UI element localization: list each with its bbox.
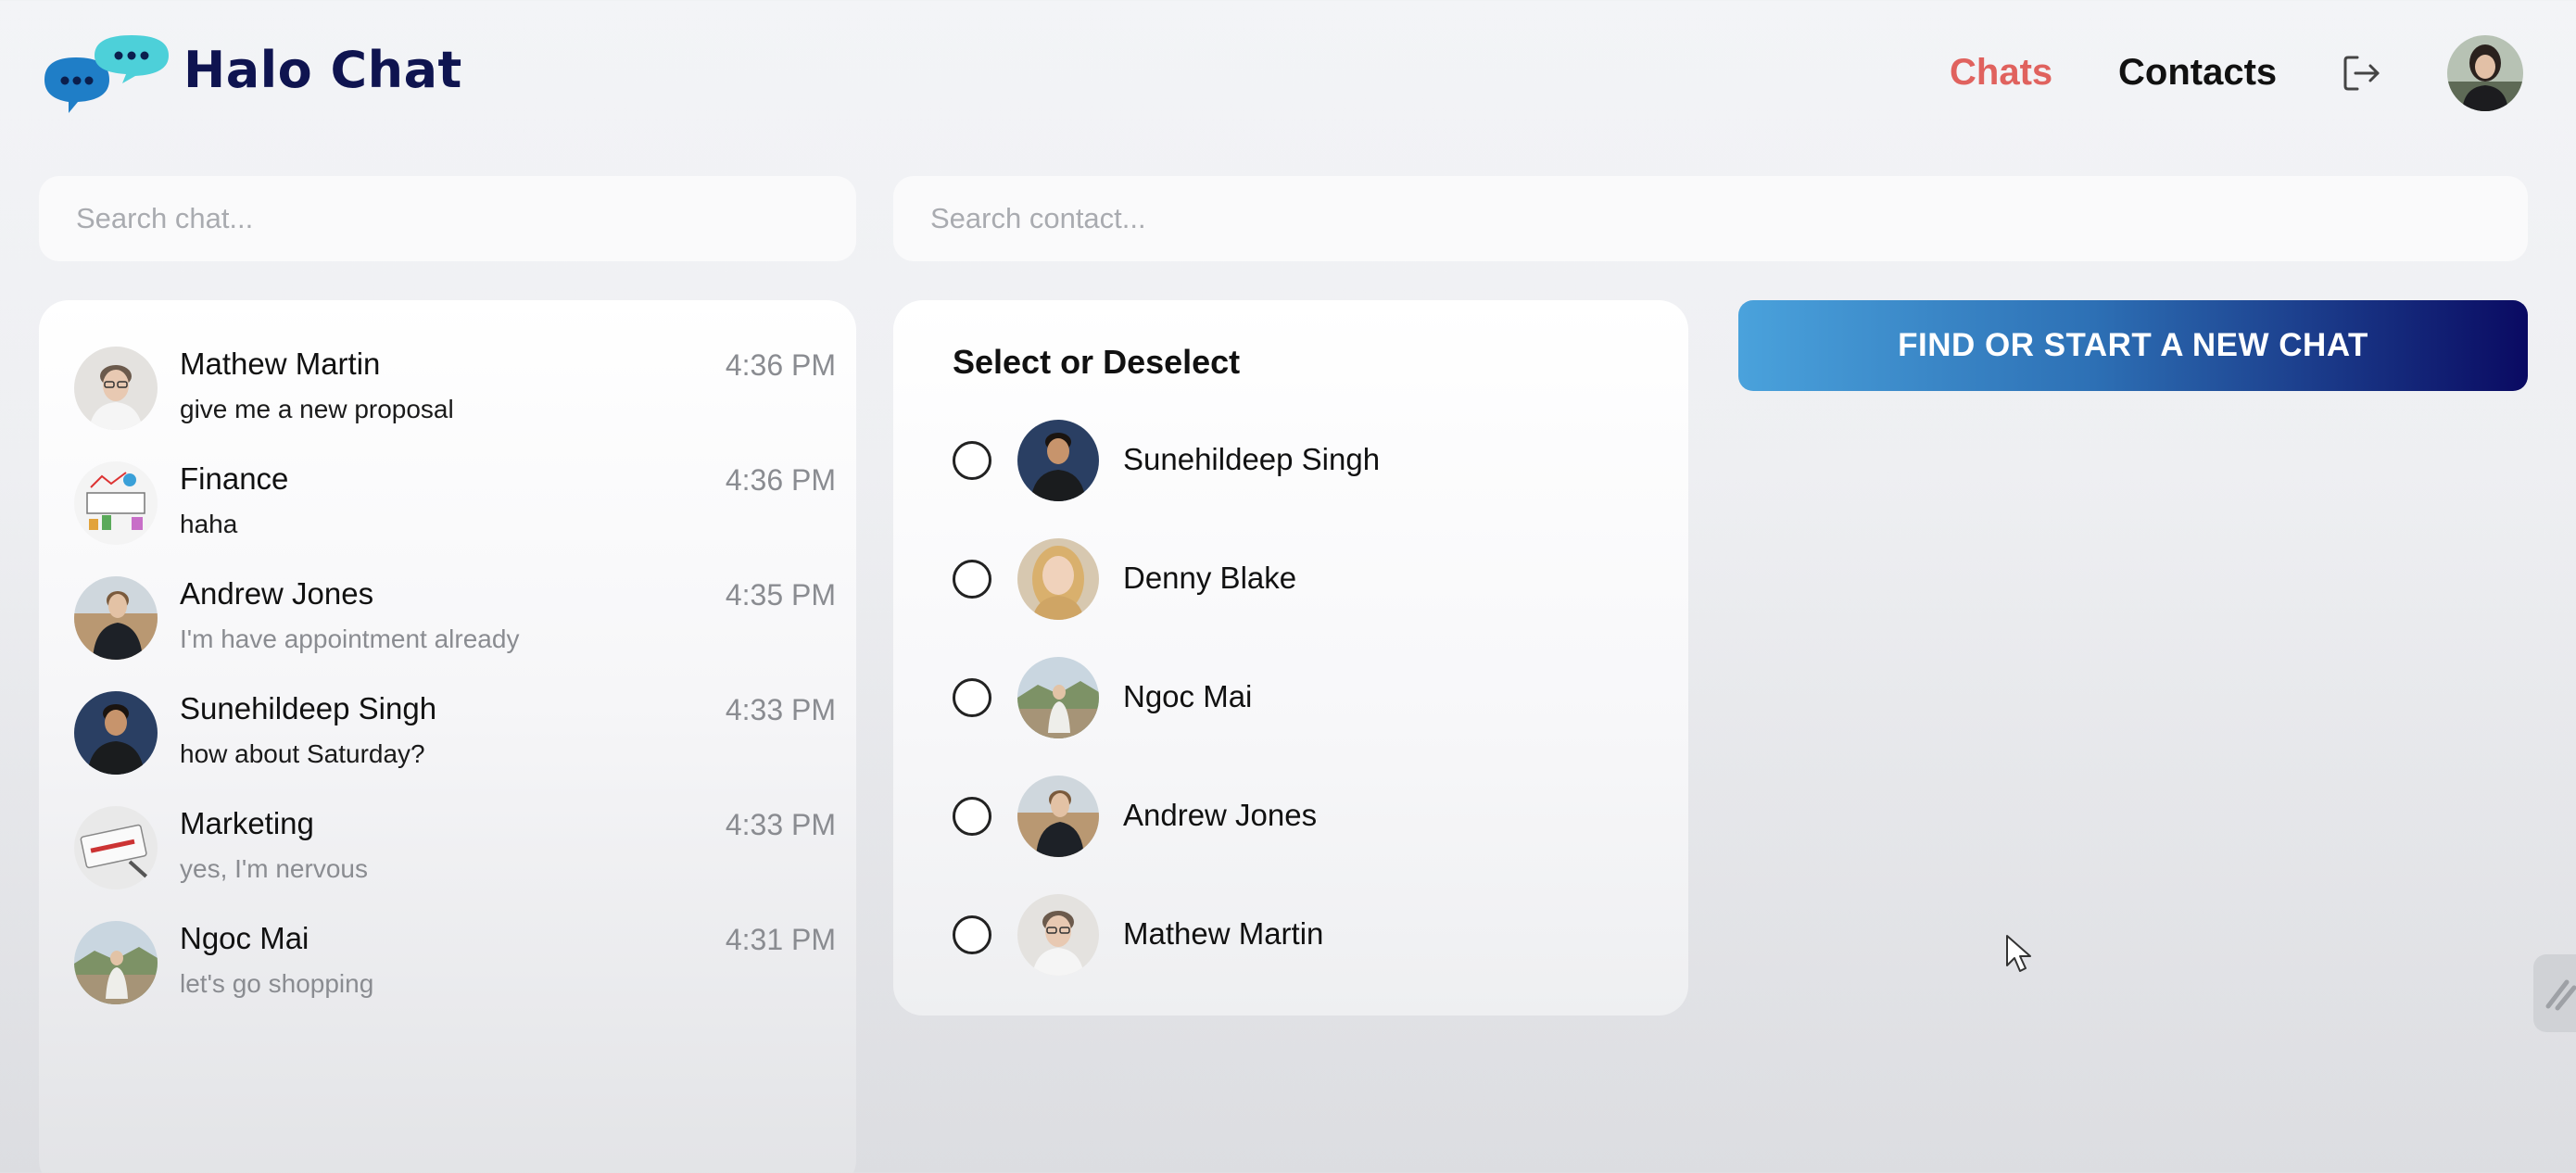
avatar [1017,538,1099,620]
chat-name: Finance [180,461,289,496]
chat-last-message: I'm have appointment already [180,624,520,653]
contact-item[interactable]: Mathew Martin [953,891,1657,978]
avatar [1017,776,1099,857]
contact-select-panel: Select or Deselect Sunehildeep Singh Den… [893,300,1688,1015]
chat-list-item[interactable]: Mathew Martin give me a new proposal 4:3… [74,343,836,445]
chat-list-item[interactable]: Andrew Jones I'm have appointment alread… [74,573,836,675]
avatar [1017,894,1099,976]
chat-list-panel: Mathew Martin give me a new proposal 4:3… [39,300,856,1173]
contact-radio[interactable] [953,678,991,717]
contact-item[interactable]: Andrew Jones [953,773,1657,860]
contact-item[interactable]: Ngoc Mai [953,654,1657,741]
chat-bubbles-logo-icon [37,32,176,115]
top-header: Halo Chat Chats Contacts [0,0,2576,148]
contact-radio[interactable] [953,560,991,599]
chat-list-item[interactable]: Sunehildeep Singh how about Saturday? 4:… [74,687,836,789]
contact-name: Sunehildeep Singh [1123,442,1381,476]
avatar [74,461,158,545]
nav-contacts-link[interactable]: Contacts [2118,52,2277,94]
contact-name: Mathew Martin [1123,916,1324,951]
avatar [74,806,158,889]
app-title: Halo Chat [183,41,462,99]
contact-item[interactable]: Sunehildeep Singh [953,417,1657,504]
avatar [74,691,158,775]
contact-item[interactable]: Denny Blake [953,536,1657,623]
search-contact-input[interactable] [893,176,2528,261]
chat-timestamp: 4:31 PM [725,923,836,956]
search-chat-input[interactable] [39,176,856,261]
mouse-cursor-icon [2005,934,2033,975]
chat-name: Andrew Jones [180,576,374,611]
avatar [74,576,158,660]
avatar [1017,657,1099,738]
nav-chats-link[interactable]: Chats [1950,52,2052,94]
contact-name: Denny Blake [1123,561,1297,595]
chat-timestamp: 4:36 PM [725,463,836,497]
new-chat-button[interactable]: FIND OR START A NEW CHAT [1738,300,2528,391]
chat-list-item[interactable]: Marketing yes, I'm nervous 4:33 PM [74,802,836,904]
chat-timestamp: 4:33 PM [725,808,836,841]
logout-icon[interactable] [2341,52,2383,95]
side-panel-toggle[interactable] [2533,954,2576,1032]
chat-timestamp: 4:35 PM [725,578,836,612]
chat-list-item[interactable]: Ngoc Mai let's go shopping 4:31 PM [74,917,836,1019]
avatar [74,921,158,1004]
chat-last-message: how about Saturday? [180,739,425,768]
avatar [1017,420,1099,501]
chat-name: Mathew Martin [180,347,381,381]
contact-radio[interactable] [953,441,991,480]
avatar [74,347,158,430]
chat-name: Sunehildeep Singh [180,691,437,725]
select-title: Select or Deselect [953,343,1241,381]
user-avatar[interactable] [2447,35,2523,111]
chat-last-message: let's go shopping [180,969,374,998]
chat-name: Marketing [180,806,314,840]
chat-last-message: yes, I'm nervous [180,854,368,883]
chat-timestamp: 4:36 PM [725,348,836,382]
chat-last-message: give me a new proposal [180,395,454,423]
chat-name: Ngoc Mai [180,921,309,955]
chat-list-item[interactable]: Finance haha 4:36 PM [74,458,836,560]
contact-name: Ngoc Mai [1123,679,1253,713]
chat-last-message: haha [180,510,238,538]
chat-timestamp: 4:33 PM [725,693,836,726]
contact-radio[interactable] [953,915,991,954]
contact-radio[interactable] [953,797,991,836]
contact-name: Andrew Jones [1123,798,1318,832]
